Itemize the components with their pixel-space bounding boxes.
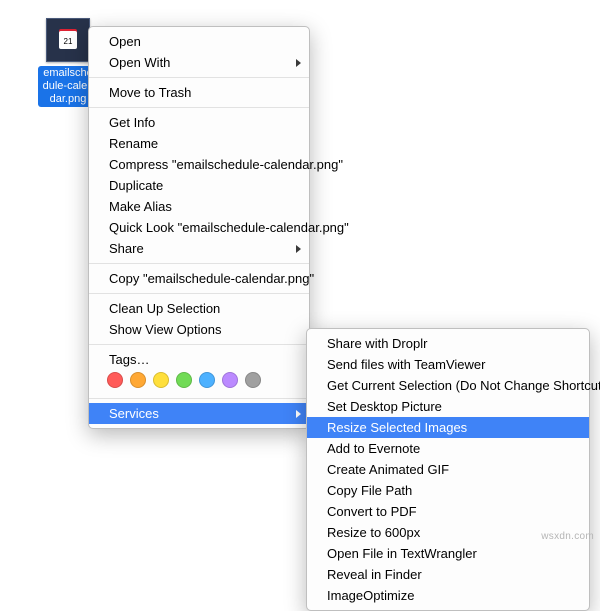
service-share-droplr[interactable]: Share with Droplr	[307, 333, 589, 354]
menu-separator	[89, 344, 309, 345]
tag-orange[interactable]	[130, 372, 146, 388]
menu-show-view-options[interactable]: Show View Options	[89, 319, 309, 340]
menu-quick-look[interactable]: Quick Look "emailschedule-calendar.png"	[89, 217, 309, 238]
services-submenu: Share with Droplr Send files with TeamVi…	[306, 328, 590, 611]
tag-yellow[interactable]	[153, 372, 169, 388]
menu-move-to-trash[interactable]: Move to Trash	[89, 82, 309, 103]
menu-make-alias[interactable]: Make Alias	[89, 196, 309, 217]
tag-gray[interactable]	[245, 372, 261, 388]
service-to-pdf[interactable]: Convert to PDF	[307, 501, 589, 522]
tag-green[interactable]	[176, 372, 192, 388]
menu-rename[interactable]: Rename	[89, 133, 309, 154]
tag-red[interactable]	[107, 372, 123, 388]
watermark: wsxdn.com	[541, 531, 594, 542]
menu-separator	[89, 263, 309, 264]
service-add-evernote[interactable]: Add to Evernote	[307, 438, 589, 459]
service-open-textwrangler[interactable]: Open File in TextWrangler	[307, 543, 589, 564]
menu-share-label: Share	[109, 241, 144, 256]
menu-open-with[interactable]: Open With	[89, 52, 309, 73]
menu-clean-up[interactable]: Clean Up Selection	[89, 298, 309, 319]
menu-services[interactable]: Services	[89, 403, 309, 424]
menu-separator	[89, 398, 309, 399]
chevron-right-icon	[296, 245, 301, 253]
tag-purple[interactable]	[222, 372, 238, 388]
menu-duplicate[interactable]: Duplicate	[89, 175, 309, 196]
service-get-selection[interactable]: Get Current Selection (Do Not Change Sho…	[307, 375, 589, 396]
service-send-teamviewer[interactable]: Send files with TeamViewer	[307, 354, 589, 375]
menu-get-info[interactable]: Get Info	[89, 112, 309, 133]
service-create-gif[interactable]: Create Animated GIF	[307, 459, 589, 480]
file-thumbnail	[46, 18, 90, 62]
menu-tags-label: Tags…	[89, 349, 309, 368]
service-reveal-finder[interactable]: Reveal in Finder	[307, 564, 589, 585]
service-copy-path[interactable]: Copy File Path	[307, 480, 589, 501]
menu-open-with-label: Open With	[109, 55, 170, 70]
chevron-right-icon	[296, 410, 301, 418]
chevron-right-icon	[296, 59, 301, 67]
service-resize-selected[interactable]: Resize Selected Images	[307, 417, 589, 438]
menu-share[interactable]: Share	[89, 238, 309, 259]
menu-separator	[89, 293, 309, 294]
menu-separator	[89, 77, 309, 78]
context-menu: Open Open With Move to Trash Get Info Re…	[88, 26, 310, 429]
service-set-desktop[interactable]: Set Desktop Picture	[307, 396, 589, 417]
tag-blue[interactable]	[199, 372, 215, 388]
menu-open[interactable]: Open	[89, 31, 309, 52]
service-image-optimize[interactable]: ImageOptimize	[307, 585, 589, 606]
menu-separator	[89, 107, 309, 108]
tags-row	[89, 368, 309, 394]
menu-services-label: Services	[109, 406, 159, 421]
menu-copy[interactable]: Copy "emailschedule-calendar.png"	[89, 268, 309, 289]
menu-compress[interactable]: Compress "emailschedule-calendar.png"	[89, 154, 309, 175]
